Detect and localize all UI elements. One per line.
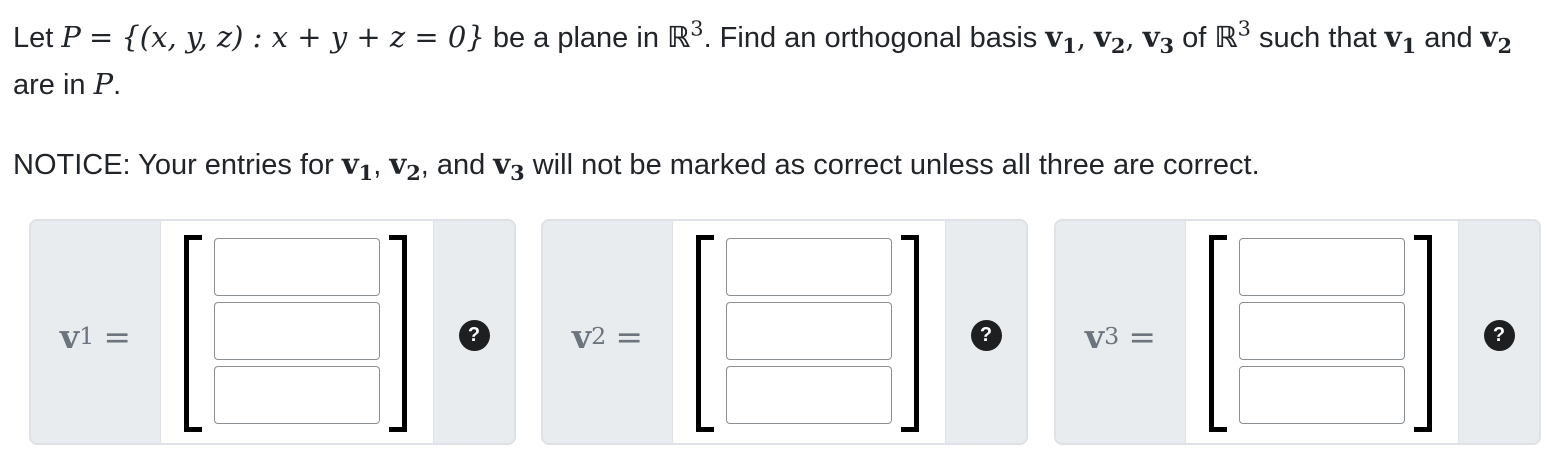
left-bracket <box>184 235 202 432</box>
answer-group-v1: v1 = ? <box>29 219 516 445</box>
answer-label-v3: v3 = <box>1084 316 1157 356</box>
help-icon-v3[interactable]: ? <box>1483 319 1515 351</box>
vector-v3-symbol: v3 <box>1142 20 1175 58</box>
right-bracket <box>901 235 919 432</box>
matrix-input-v3 <box>1185 221 1459 443</box>
right-bracket <box>389 235 407 432</box>
plane-set-expression: {(x, y, z) : x + y + z = 0} <box>121 20 485 54</box>
question-let: Let <box>13 22 54 54</box>
vector-v1-symbol: v1 <box>1045 20 1077 58</box>
answer-group-v2: v2 = ? <box>541 219 1028 445</box>
question-such-that: such that <box>1259 22 1377 54</box>
v1-entry-1[interactable] <box>214 238 380 296</box>
question-of: of <box>1182 22 1207 54</box>
left-bracket <box>1209 235 1227 432</box>
answer-group-v3: v3 = ? <box>1054 219 1541 445</box>
v1-entry-3[interactable] <box>214 366 380 424</box>
vector-v2-symbol: v2 <box>1094 20 1126 58</box>
answer-label-v2: v2 = <box>571 316 644 356</box>
v3-entry-2[interactable] <box>1239 302 1405 360</box>
plane-symbol: P <box>61 20 81 54</box>
v2-entry-3[interactable] <box>726 366 892 424</box>
real-space-symbol: ℝ <box>667 20 691 54</box>
notice-suffix: will not be marked as correct unless all… <box>532 149 1260 181</box>
v3-entry-3[interactable] <box>1239 366 1405 424</box>
v2-entry-1[interactable] <box>726 238 892 296</box>
v2-entry-2[interactable] <box>726 302 892 360</box>
equals-sign: = <box>88 20 114 54</box>
notice-text: NOTICE: Your entries for v1, v2, and v3 … <box>13 147 1260 185</box>
answer-label-v1: v1 = <box>59 316 132 356</box>
real-space-exponent: 3 <box>690 16 704 41</box>
help-icon-v2[interactable]: ? <box>970 319 1002 351</box>
v1-entry-2[interactable] <box>214 302 380 360</box>
left-bracket <box>696 235 714 432</box>
matrix-input-v1 <box>160 221 434 443</box>
matrix-input-v2 <box>672 221 946 443</box>
notice-prefix: NOTICE: Your entries for <box>13 149 334 181</box>
question-be-plane: be a plane in <box>492 22 659 54</box>
right-bracket <box>1414 235 1432 432</box>
question-text: Let P = {(x, y, z) : x + y + z = 0} be a… <box>13 16 1513 101</box>
help-icon-v1[interactable]: ? <box>458 319 490 351</box>
question-find-basis: . Find an orthogonal basis <box>703 22 1038 54</box>
v3-entry-1[interactable] <box>1239 238 1405 296</box>
